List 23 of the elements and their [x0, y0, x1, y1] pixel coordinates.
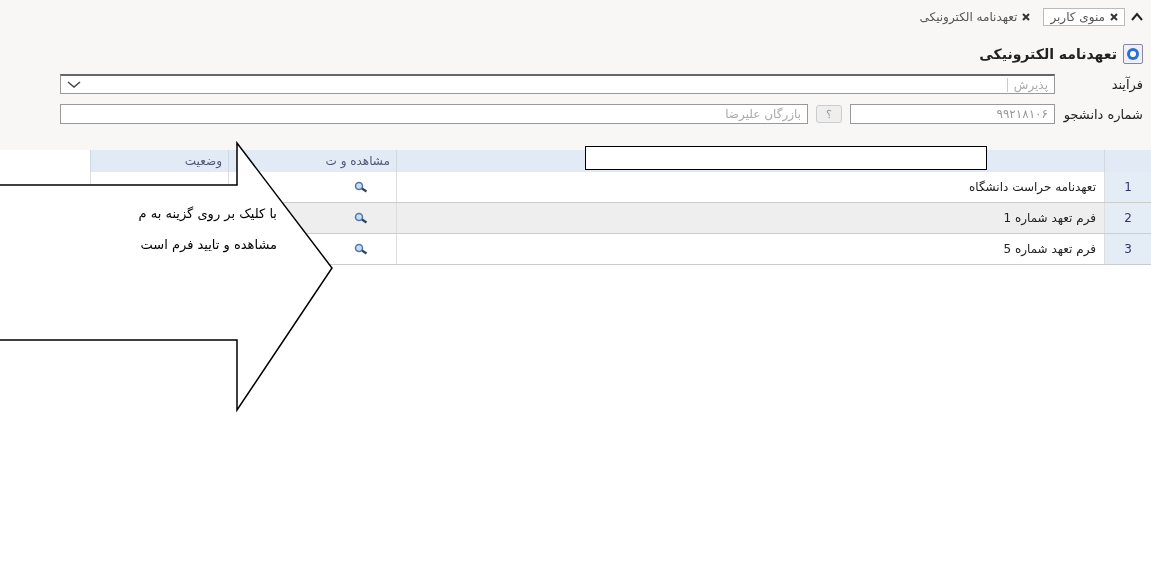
callout-text: مشاهده و تایید فرم است: [140, 237, 277, 252]
search-icon[interactable]: [354, 212, 368, 224]
column-header: وضعیت: [90, 150, 229, 172]
row-number: 3: [1104, 233, 1151, 265]
callout-text: با کلیک بر روی گزینه به م: [138, 206, 277, 221]
page-title: تعهدنامه الکترونیکی: [979, 46, 1117, 62]
row-number: 1: [1104, 172, 1151, 203]
row-number: 2: [1104, 202, 1151, 234]
collapse-icon[interactable]: [1131, 12, 1143, 22]
table-cell: فرم تعهد شماره 1: [396, 202, 1105, 234]
close-icon[interactable]: [1110, 13, 1118, 21]
table-cell: تعهدنامه حراست دانشگاه: [396, 172, 1105, 203]
help-icon[interactable]: [1123, 44, 1143, 64]
column-header: مشاهده و ت: [228, 150, 397, 172]
search-icon[interactable]: [354, 181, 368, 193]
breadcrumb-tab[interactable]: منوی کاربر: [1043, 8, 1125, 26]
field-label: شماره دانشجو: [1063, 106, 1143, 122]
close-icon[interactable]: [1022, 13, 1031, 21]
search-icon[interactable]: [354, 243, 368, 255]
breadcrumb-tab[interactable]: تعهدنامه الکترونیکی: [912, 8, 1038, 26]
chevron-down-icon[interactable]: [67, 80, 81, 89]
table-cell: فرم تعهد شماره 5: [396, 233, 1105, 265]
field-label: فرآیند: [1110, 76, 1143, 92]
